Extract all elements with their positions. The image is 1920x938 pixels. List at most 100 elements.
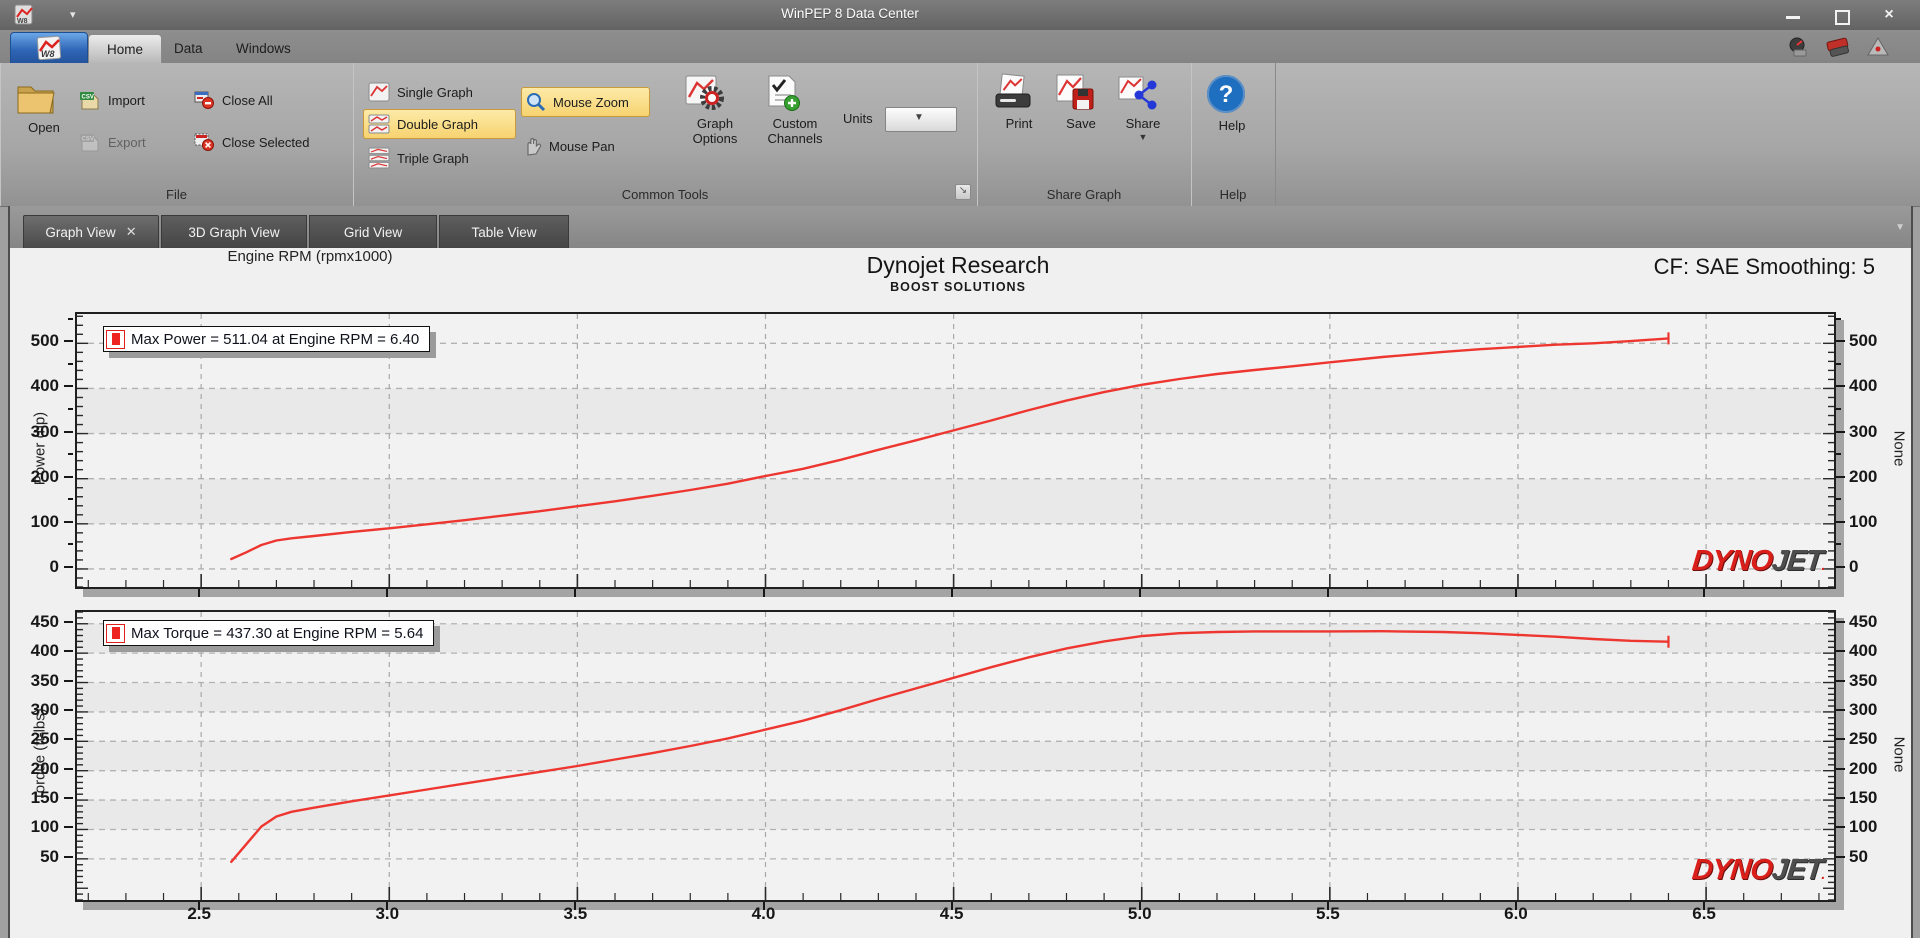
units-dropdown[interactable]: ▼ — [885, 107, 957, 132]
y-tick — [64, 767, 73, 770]
winpep-logo-icon: W8 — [36, 35, 62, 60]
open-button[interactable]: Open — [14, 79, 74, 135]
mouse-zoom-button[interactable]: Mouse Zoom — [521, 87, 650, 117]
ribbon-tab-windows[interactable]: Windows — [218, 34, 309, 63]
y-tick — [64, 520, 73, 523]
graph-title: Dynojet Research — [866, 252, 1050, 278]
save-button[interactable]: Save — [1053, 73, 1109, 131]
graph-page: Dynojet Research BOOST SOLUTIONS CF: SAE… — [10, 248, 1908, 938]
tab-graph-view[interactable]: Graph View ✕ — [23, 215, 159, 248]
y-tick — [64, 620, 73, 623]
graph-options-button[interactable]: Graph Options — [683, 73, 747, 146]
y-tick-label: 200 — [1849, 758, 1878, 778]
application-button[interactable]: W8 — [10, 32, 88, 65]
y-tick — [1836, 340, 1845, 343]
y-tick-label: 50 — [1849, 846, 1868, 866]
y-tick-label: 400 — [1849, 641, 1878, 661]
group-label-common-tools: Common Tools — [621, 187, 709, 202]
legend-swatch-icon — [106, 623, 125, 643]
window-title: WinPEP 8 Data Center — [781, 6, 919, 21]
share-nodes-icon — [1118, 76, 1157, 110]
power-legend: Max Power = 511.04 at Engine RPM = 6.40 — [103, 326, 431, 352]
y-tick — [64, 385, 73, 388]
y-minor-tick — [68, 453, 73, 456]
share-button[interactable]: Share ▼ — [1115, 73, 1171, 142]
y-tick-label: 400 — [30, 376, 59, 396]
y-tick — [64, 340, 73, 343]
y-tick — [64, 475, 73, 478]
svg-text:W8: W8 — [41, 49, 55, 59]
power-plot[interactable] — [75, 312, 1836, 589]
y-tick-label: 300 — [1849, 699, 1878, 719]
y-tick — [64, 738, 73, 741]
device-icon[interactable] — [1826, 36, 1850, 58]
y-tick-label: 350 — [1849, 670, 1878, 690]
ribbon-tab-data[interactable]: Data — [156, 34, 221, 63]
y-tick-label: 200 — [30, 758, 59, 778]
x-tick — [1326, 589, 1329, 597]
import-button[interactable]: CSV Import — [78, 87, 145, 113]
close-button[interactable]: × — [1872, 7, 1906, 25]
tab-close-icon[interactable]: ✕ — [126, 224, 137, 240]
triple-graph-button[interactable]: Triple Graph — [363, 143, 516, 173]
svg-text:CSV: CSV — [82, 137, 94, 143]
single-graph-button[interactable]: Single Graph — [363, 77, 516, 107]
y-tick-label: 100 — [1849, 817, 1878, 837]
y-tick-label: 250 — [1849, 729, 1878, 749]
y-tick-label: 250 — [30, 729, 59, 749]
x-tick-label: 6.5 — [1692, 904, 1716, 923]
triple-graph-icon — [368, 147, 390, 169]
y-tick — [1836, 679, 1845, 682]
y-tick — [1836, 520, 1845, 523]
import-csv-icon: CSV — [80, 92, 99, 110]
y-tick — [64, 826, 73, 829]
mouse-pan-button[interactable]: Mouse Pan — [521, 133, 639, 159]
x-tick — [574, 589, 577, 597]
custom-channels-icon — [768, 75, 800, 111]
tab-table-view[interactable]: Table View — [439, 215, 569, 248]
ribbon-tab-home[interactable]: Home — [88, 34, 163, 64]
correction-factor-label: CF: SAE Smoothing: 5 — [1653, 254, 1875, 279]
tab-3d-graph-view[interactable]: 3D Graph View — [161, 215, 307, 248]
x-tick-label: 4.0 — [751, 904, 776, 923]
tab-overflow-icon[interactable]: ▼ — [1895, 222, 1905, 233]
y-tick-label: 200 — [1849, 466, 1878, 486]
group-label-help: Help — [1219, 187, 1247, 202]
y-tick — [64, 650, 73, 653]
view-tab-strip: Graph View ✕ 3D Graph View Grid View Tab… — [10, 206, 1911, 248]
y-tick-label: 0 — [1849, 556, 1859, 576]
export-button[interactable]: CSV Export — [78, 129, 146, 155]
share-dropdown-icon[interactable]: ▼ — [1115, 132, 1171, 142]
y-tick — [64, 565, 73, 568]
ribbon-group-help: ? Help Help — [1191, 63, 1276, 206]
help-button[interactable]: ? Help — [1205, 73, 1259, 133]
custom-channels-button[interactable]: Custom Channels — [761, 73, 829, 146]
power-legend-text: Max Power = 511.04 at Engine RPM = 6.40 — [131, 330, 420, 348]
minimize-button[interactable] — [1776, 7, 1810, 25]
torque-plot[interactable] — [75, 610, 1836, 902]
print-button[interactable]: Print — [991, 73, 1047, 131]
close-selected-button[interactable]: Close Selected — [192, 129, 309, 155]
y-tick-label: 50 — [40, 846, 59, 866]
y-tick — [1836, 385, 1845, 388]
y-tick-label: 300 — [1849, 421, 1878, 441]
graph-options-gear-icon — [685, 75, 724, 110]
single-graph-icon — [368, 82, 390, 102]
y-tick-label: 150 — [30, 788, 59, 808]
y-tick — [1836, 797, 1845, 800]
double-graph-button[interactable]: Double Graph — [363, 109, 516, 139]
y-tick-label: 400 — [30, 641, 59, 661]
dynojet-logo: DYNOJET. — [1690, 854, 1826, 886]
close-all-button[interactable]: Close All — [192, 87, 273, 113]
badge-icon[interactable] — [1866, 36, 1890, 58]
maximize-button[interactable] — [1824, 7, 1858, 25]
y-minor-tick — [1836, 498, 1841, 501]
gauge-icon[interactable] — [1786, 36, 1810, 58]
units-label: Units — [843, 111, 873, 126]
y-tick-label: 300 — [30, 699, 59, 719]
y-tick — [64, 797, 73, 800]
x-tick — [198, 589, 201, 597]
ribbon-group-common-tools: Single Graph Double Graph Triple Graph M… — [353, 63, 978, 206]
tab-grid-view[interactable]: Grid View — [309, 215, 437, 248]
y-tick — [1836, 475, 1845, 478]
